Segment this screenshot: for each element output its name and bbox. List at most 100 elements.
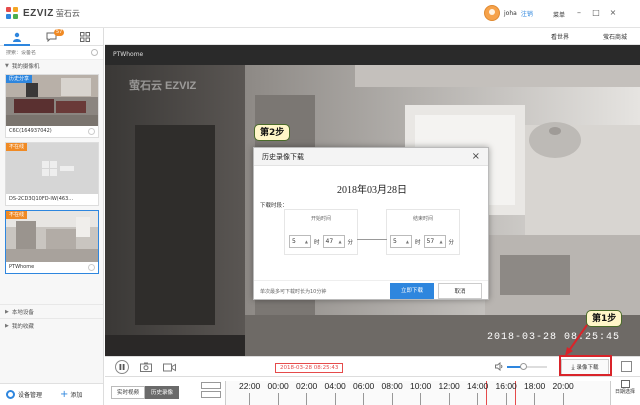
timeline-hour-label: 16:00 bbox=[495, 381, 517, 391]
camera-icon bbox=[140, 362, 152, 372]
camera-card[interactable]: 不在线 DS-2CD3Q10FD-IW(463... bbox=[5, 142, 99, 206]
volume-knob[interactable] bbox=[520, 362, 527, 370]
start-minute-stepper[interactable]: 47 ▲ bbox=[322, 235, 345, 248]
timeline-track[interactable]: 22:00 00:00 02:00 04:00 06:00 08:00 10:00 12:00… bbox=[225, 381, 611, 405]
close-icon[interactable]: × bbox=[608, 8, 618, 18]
gear-icon bbox=[6, 390, 15, 399]
start-time-box: 开始时间 bbox=[284, 209, 358, 255]
speaker-icon[interactable] bbox=[495, 362, 504, 371]
step1-highlight bbox=[559, 355, 612, 376]
date-select-button[interactable]: 日期选择 bbox=[613, 380, 637, 396]
camera-name: PTWhome bbox=[6, 262, 98, 273]
timeline-bar: 实时视频 历史录像 22:00 00:00 02:00 04:00 06:00 08:00… bbox=[105, 376, 640, 405]
app-logo: EZVIZ 萤石云 bbox=[6, 7, 80, 20]
video-osd-time: 2018-03-28 08:25:45 bbox=[487, 332, 621, 343]
collapse-arrow-icon: ▼ bbox=[5, 63, 9, 69]
timeline-hour-label: 04:00 bbox=[324, 381, 346, 391]
window-controls: – □ × bbox=[574, 8, 618, 18]
camera-name: DS-2CD3Q10FD-IW(463... bbox=[9, 196, 74, 202]
search-bar bbox=[0, 46, 103, 60]
timeline-current-stamp: 2018-03-28 08:25:43 bbox=[275, 363, 344, 373]
camera-card[interactable]: 不在线 PTWhome bbox=[5, 210, 99, 274]
search-clear-icon[interactable] bbox=[91, 49, 98, 56]
camera-name: C6C(164937042) bbox=[6, 126, 98, 137]
nav-mall[interactable]: 萤石商城 bbox=[603, 32, 627, 41]
cancel-button[interactable]: 取消 bbox=[438, 283, 482, 299]
camera-group-header[interactable]: ▼ 我的摄像机 bbox=[0, 60, 103, 72]
duration-label: 下载时段： bbox=[260, 203, 288, 209]
timeline-tick bbox=[477, 393, 478, 405]
camera-thumbnail: 不在线 bbox=[6, 211, 98, 262]
timeline-tick bbox=[562, 393, 564, 405]
tab-devices[interactable] bbox=[0, 28, 34, 46]
menu-button[interactable]: 菜单 bbox=[553, 10, 565, 19]
record-button[interactable] bbox=[162, 360, 176, 374]
timeline-hour-label: 02:00 bbox=[296, 381, 318, 391]
camera-card[interactable]: 历史分享 C6C(164937042) bbox=[5, 74, 99, 138]
pause-button[interactable] bbox=[115, 360, 129, 374]
dialog-footer: 单次最多可下载时长为10分钟 立即下载 取消 bbox=[254, 280, 488, 300]
camera-state-icon bbox=[88, 128, 95, 135]
video-watermark: 萤石云 EZVIZ bbox=[129, 80, 197, 92]
minimize-icon[interactable]: – bbox=[574, 8, 584, 18]
timeline-zoom[interactable] bbox=[201, 382, 221, 402]
expand-arrow-icon: ▶ bbox=[5, 308, 9, 315]
tab-history-video[interactable]: 历史录像 bbox=[145, 386, 180, 399]
zoom-out-icon[interactable] bbox=[201, 391, 221, 398]
video-camera-icon bbox=[162, 363, 176, 371]
end-minute-stepper[interactable]: 57 ▲ bbox=[423, 235, 446, 248]
logout-link[interactable]: 注销 bbox=[521, 9, 533, 18]
history-download-dialog: 历史录像下载 × 2018年03月28日 下载时段： 开始时间 结束时间 5 ▲ … bbox=[253, 147, 489, 300]
person-icon bbox=[13, 32, 21, 42]
start-hour-stepper[interactable]: 5 ▲ bbox=[289, 235, 311, 248]
tab-grid[interactable] bbox=[68, 28, 102, 46]
calendar-icon bbox=[620, 380, 630, 388]
avatar[interactable] bbox=[484, 5, 500, 21]
pause-icon bbox=[119, 364, 125, 370]
timeline-hour-label: 18:00 bbox=[524, 381, 546, 391]
end-hour-stepper[interactable]: 5 ▲ bbox=[390, 235, 412, 248]
ezviz-logo-icon bbox=[6, 7, 19, 20]
plus-icon: + bbox=[60, 388, 69, 400]
sidebar-item-local-devices[interactable]: ▶ 本地设备 bbox=[0, 304, 103, 318]
stepper-caret-icon: ▲ bbox=[304, 239, 308, 244]
timeline-hour-label: 06:00 bbox=[353, 381, 375, 391]
stepper-caret-icon: ▲ bbox=[405, 239, 409, 244]
camera-thumbnail: 不在线 bbox=[6, 143, 98, 194]
timeline-hour-label: 12:00 bbox=[438, 381, 460, 391]
maximize-icon[interactable]: □ bbox=[591, 8, 601, 18]
sidebar-footer: 设备管理 + 添加 bbox=[0, 383, 103, 405]
snapshot-button[interactable] bbox=[139, 360, 153, 374]
download-now-button[interactable]: 立即下载 bbox=[390, 283, 434, 299]
step2-callout: 第2步 bbox=[254, 124, 291, 141]
timeline-hour-label: 10:00 bbox=[410, 381, 432, 391]
fullscreen-icon[interactable] bbox=[621, 361, 632, 372]
timeline-tick bbox=[277, 393, 279, 405]
nav-world[interactable]: 看世界 bbox=[551, 32, 569, 41]
search-input[interactable] bbox=[6, 49, 86, 56]
mode-tabs: 实时视频 历史录像 bbox=[111, 386, 180, 399]
end-time-caption: 结束时间 bbox=[412, 216, 433, 222]
add-device-button[interactable]: + 添加 bbox=[60, 388, 82, 400]
logo-text: EZVIZ bbox=[23, 8, 54, 19]
sidebar-tabs: 57 bbox=[0, 28, 103, 46]
timeline-hour-label: 00:00 bbox=[267, 381, 289, 391]
device-manage-button[interactable]: 设备管理 bbox=[6, 390, 42, 399]
user-area: joha 注销 bbox=[484, 5, 533, 21]
close-icon[interactable]: × bbox=[472, 148, 480, 166]
tab-messages[interactable]: 57 bbox=[34, 28, 68, 46]
volume-control bbox=[495, 362, 547, 371]
camera-group-label: 我的摄像机 bbox=[11, 64, 40, 70]
timeline-tick bbox=[420, 393, 421, 405]
stepper-caret-icon: ▲ bbox=[439, 239, 443, 244]
zoom-in-icon[interactable] bbox=[201, 382, 221, 389]
sidebar-item-favorites[interactable]: ▶ 我的收藏 bbox=[0, 318, 103, 332]
logo-cn: 萤石云 bbox=[55, 9, 80, 18]
tab-live-video[interactable]: 实时视频 bbox=[111, 386, 146, 399]
timeline-hour-label: 20:00 bbox=[552, 381, 574, 391]
timeline-tick bbox=[448, 393, 450, 405]
volume-slider[interactable] bbox=[507, 362, 547, 370]
start-time-caption: 开始时间 bbox=[310, 216, 331, 222]
timeline-hour-label: 14:00 bbox=[467, 381, 489, 391]
stepper-caret-icon: ▲ bbox=[338, 239, 342, 244]
